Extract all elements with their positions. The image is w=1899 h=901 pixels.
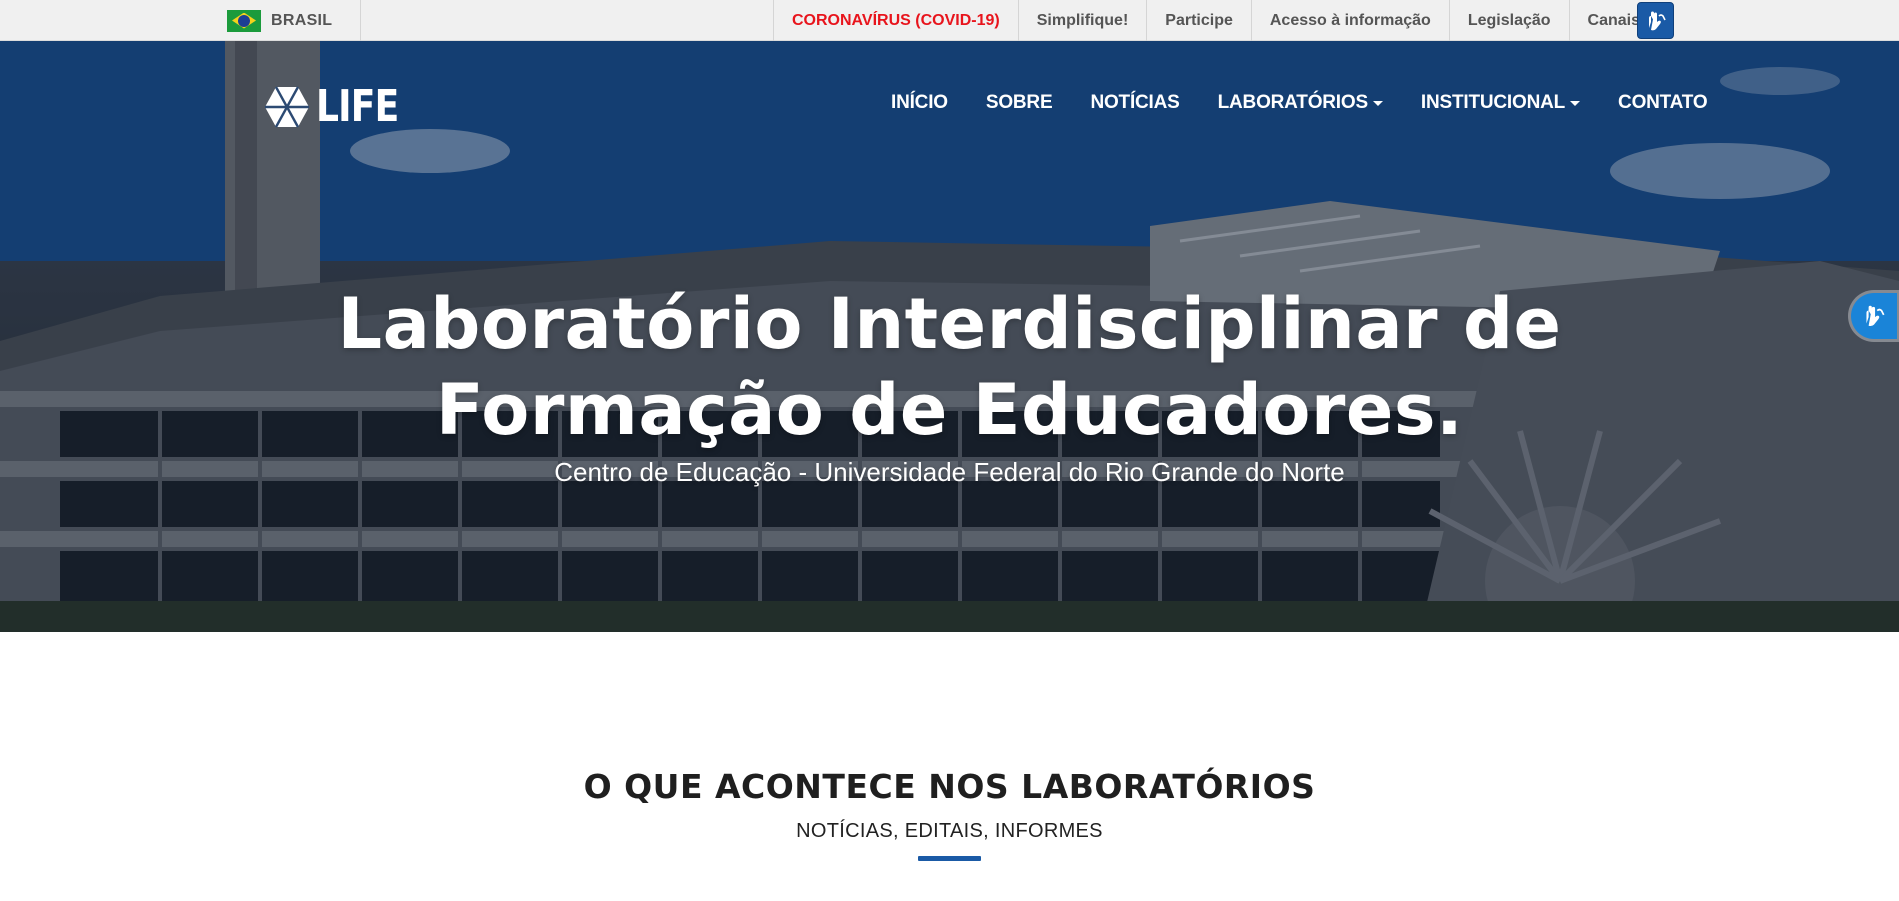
nav-label: CONTATO [1618,92,1708,113]
gov-top-bar: BRASIL CORONAVÍRUS (COVID-19) Simplifiqu… [0,0,1899,41]
caret-down-icon [1372,100,1383,106]
nav-item-noticias[interactable]: NOTÍCIAS [1071,88,1198,118]
gov-link-participe[interactable]: Participe [1146,0,1251,41]
logo-text: LIFE [316,81,399,132]
main-nav: INÍCIO SOBRE NOTÍCIAS LABORATÓRIOS INSTI… [872,88,1726,118]
hero-banner: LIFE INÍCIO SOBRE NOTÍCIAS LABORATÓRIOS … [0,41,1899,632]
vlibras-hands-icon [1866,305,1885,327]
gov-link-acesso-informacao[interactable]: Acesso à informação [1250,0,1449,41]
vlibras-accessibility-button[interactable] [1637,2,1674,39]
gov-brasil-label: BRASIL [271,11,333,29]
section-title: O QUE ACONTECE NOS LABORATÓRIOS [583,767,1316,806]
nav-item-laboratorios[interactable]: LABORATÓRIOS [1199,88,1402,118]
section-divider [918,856,981,861]
nav-item-contato[interactable]: CONTATO [1599,88,1726,118]
nav-label: INSTITUCIONAL [1420,92,1566,113]
vlibras-hands-icon [1648,11,1666,30]
hero-title-line-2: Formação de Educadores. [435,369,1464,451]
gov-link-legislacao[interactable]: Legislação [1448,0,1569,41]
section-subtitle: NOTÍCIAS, EDITAIS, INFORMES [796,820,1103,842]
nav-label: SOBRE [985,92,1053,113]
life-logo[interactable]: LIFE [264,81,417,132]
nav-label: NOTÍCIAS [1090,92,1180,113]
gov-link-simplifique[interactable]: Simplifique! [1017,0,1147,41]
gov-brasil-link[interactable]: BRASIL [227,0,361,41]
nav-item-inicio[interactable]: INÍCIO [872,88,967,118]
hero-title-line-1: Laboratório Interdisciplinar de [337,283,1562,365]
vlibras-side-widget[interactable] [1851,293,1897,339]
hero-subtitle: Centro de Educação - Universidade Federa… [554,457,1345,487]
hexagon-logo-icon [265,85,309,128]
nav-item-sobre[interactable]: SOBRE [967,88,1072,118]
gov-link-coronavirus[interactable]: CORONAVÍRUS (COVID-19) [773,0,1018,41]
hero-title: Laboratório Interdisciplinar de Formação… [0,281,1899,453]
gov-links: CORONAVÍRUS (COVID-19) Simplifique! Part… [773,0,1658,41]
caret-down-icon [1570,100,1581,106]
nav-item-institucional[interactable]: INSTITUCIONAL [1402,88,1599,118]
brazil-flag-icon [227,9,261,32]
nav-label: LABORATÓRIOS [1217,92,1368,113]
nav-label: INÍCIO [891,92,948,113]
